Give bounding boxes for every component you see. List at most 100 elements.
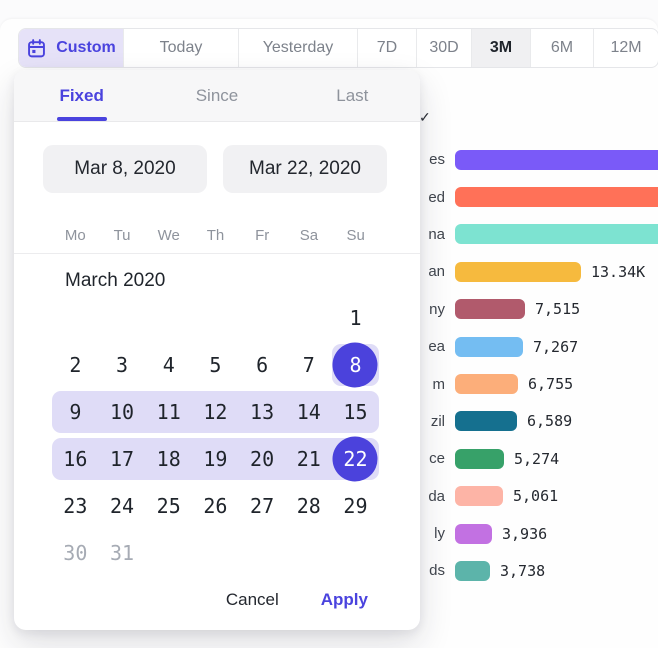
calendar-day-5[interactable]: 5 [192,341,239,388]
cancel-button[interactable]: Cancel [226,590,279,610]
apply-button[interactable]: Apply [321,590,368,610]
chart-bar [455,411,517,431]
chart-bar [455,262,581,282]
preset-button-3m[interactable]: 3M [471,29,530,67]
calendar-day-15[interactable]: 15 [332,388,379,435]
calendar-day-4[interactable]: 4 [145,341,192,388]
calendar-day-25[interactable]: 25 [145,482,192,529]
day-number: 25 [157,494,181,518]
calendar-day-12[interactable]: 12 [192,388,239,435]
day-number: 18 [157,447,181,471]
calendar-day-14[interactable]: 14 [285,388,332,435]
chart-bar [455,187,658,207]
day-number: 28 [297,494,321,518]
weekday-label: Su [332,227,379,244]
chart-bar-value: 13.34K [591,263,645,281]
day-number: 15 [343,400,367,424]
tab-last[interactable]: Last [285,70,420,121]
day-number: 22 [343,447,367,471]
calendar-day-17[interactable]: 17 [99,435,146,482]
calendar-day-1[interactable]: 1 [332,294,379,341]
chart-bar-value: 3,936 [502,525,547,543]
date-range-toolbar: Custom TodayYesterday7D30D3M6M12M [18,28,658,68]
chart-bar-value: 5,061 [513,487,558,505]
calendar-day-30[interactable]: 30 [52,529,99,576]
calendar-day-9[interactable]: 9 [52,388,99,435]
preset-button-today[interactable]: Today [123,29,238,67]
calendar-empty-cell [332,529,379,576]
calendar-empty-cell [285,529,332,576]
tab-fixed[interactable]: Fixed [14,70,149,121]
calendar-day-18[interactable]: 18 [145,435,192,482]
calendar-day-7[interactable]: 7 [285,341,332,388]
calendar-day-23[interactable]: 23 [52,482,99,529]
day-number: 17 [110,447,134,471]
calendar-day-13[interactable]: 13 [239,388,286,435]
calendar-day-29[interactable]: 29 [332,482,379,529]
day-number: 5 [209,353,221,377]
day-number: 16 [63,447,87,471]
calendar-day-2[interactable]: 2 [52,341,99,388]
day-number: 30 [63,541,87,565]
weekday-label: Fr [239,227,286,244]
day-number: 24 [110,494,134,518]
calendar-day-22[interactable]: 22 [332,435,379,482]
day-number: 9 [69,400,81,424]
calendar-day-10[interactable]: 10 [99,388,146,435]
day-number: 14 [297,400,321,424]
calendar-day-3[interactable]: 3 [99,341,146,388]
start-date-input[interactable]: Mar 8, 2020 [43,145,207,193]
preset-button-7d[interactable]: 7D [357,29,416,67]
day-number: 2 [69,353,81,377]
weekday-label: Th [192,227,239,244]
calendar-day-31[interactable]: 31 [99,529,146,576]
chart-bar-value: 6,589 [527,412,572,430]
calendar-empty-cell [192,294,239,341]
weekday-label: Mo [52,227,99,244]
weekday-label: We [145,227,192,244]
calendar-day-24[interactable]: 24 [99,482,146,529]
calendar-empty-cell [239,294,286,341]
calendar-day-27[interactable]: 27 [239,482,286,529]
day-number: 3 [116,353,128,377]
calendar-day-11[interactable]: 11 [145,388,192,435]
tab-since[interactable]: Since [149,70,284,121]
day-number: 27 [250,494,274,518]
end-date-input[interactable]: Mar 22, 2020 [223,145,387,193]
chart-bar [455,224,658,244]
preset-button-12m[interactable]: 12M [593,29,658,67]
day-number: 4 [163,353,175,377]
custom-range-button[interactable]: Custom [19,29,123,67]
preset-button-6m[interactable]: 6M [530,29,593,67]
calendar-empty-cell [239,529,286,576]
calendar-day-21[interactable]: 21 [285,435,332,482]
calendar-empty-cell [52,294,99,341]
calendar-day-8[interactable]: 8 [332,341,379,388]
chart-bar [455,150,658,170]
day-number: 8 [349,353,361,377]
calendar-day-6[interactable]: 6 [239,341,286,388]
day-number: 26 [203,494,227,518]
calendar-day-16[interactable]: 16 [52,435,99,482]
date-inputs-row: Mar 8, 2020 Mar 22, 2020 [14,122,420,193]
calendar-day-19[interactable]: 19 [192,435,239,482]
preset-button-30d[interactable]: 30D [416,29,471,67]
chart-bar [455,299,525,319]
calendar-day-26[interactable]: 26 [192,482,239,529]
calendar-icon [26,38,47,59]
day-number: 31 [110,541,134,565]
check-icon: ✓ [419,109,431,126]
chart-bar-value: 5,274 [514,450,559,468]
calendar-empty-cell [99,294,146,341]
calendar-day-28[interactable]: 28 [285,482,332,529]
calendar-day-20[interactable]: 20 [239,435,286,482]
day-number: 13 [250,400,274,424]
calendar-empty-cell [192,529,239,576]
chart-bar [455,561,490,581]
day-number: 23 [63,494,87,518]
calendar-grid: 1234567891011121314151617181920212223242… [52,294,379,576]
day-number: 12 [203,400,227,424]
chart-bar [455,337,523,357]
preset-button-yesterday[interactable]: Yesterday [238,29,357,67]
chart-bar-value: 7,267 [533,338,578,356]
